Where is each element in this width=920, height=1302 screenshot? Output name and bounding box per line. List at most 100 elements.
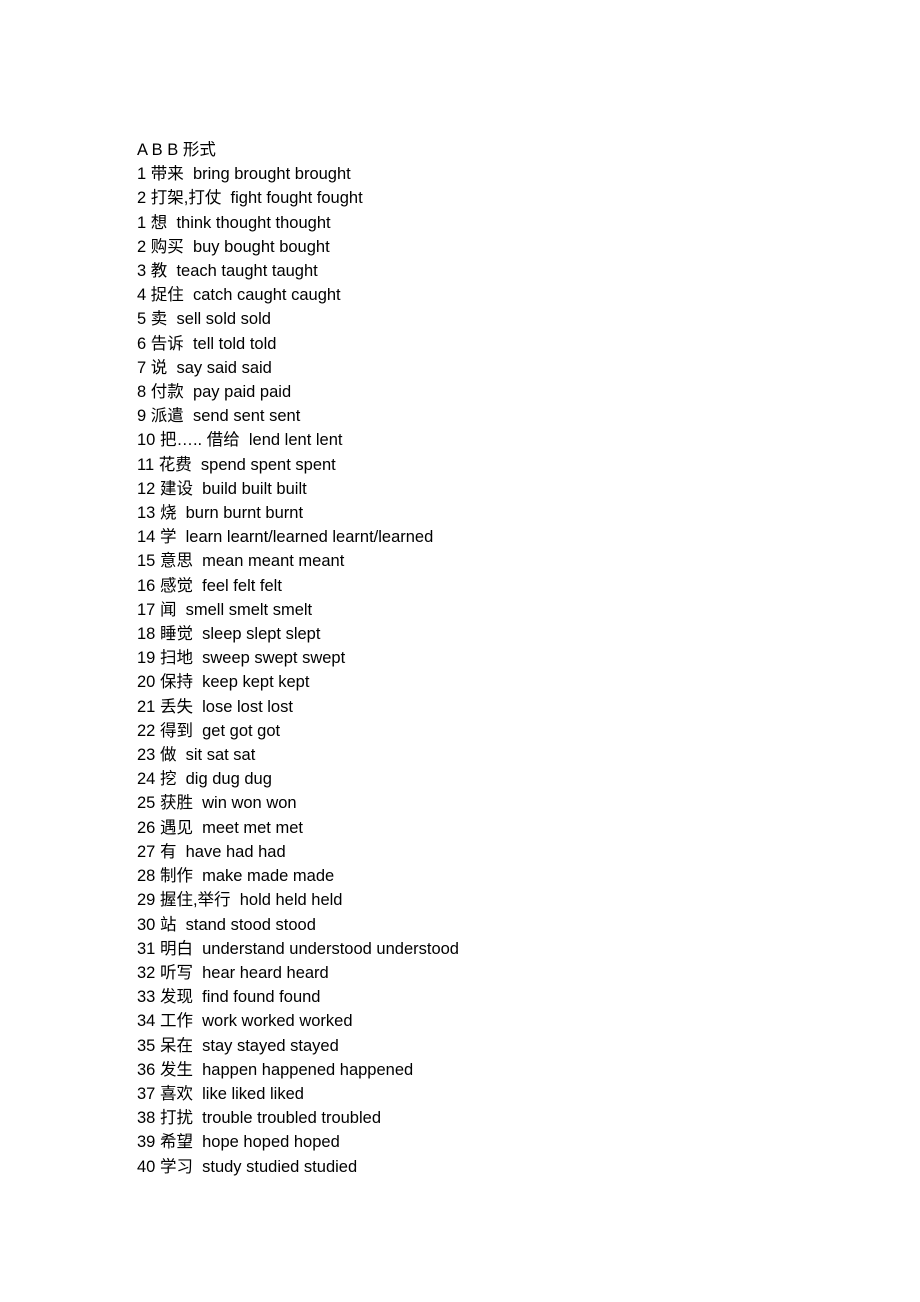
entry-verb-forms: keep kept kept [202,673,310,692]
entry-chinese-gloss: 闻 [159,600,177,619]
entry-chinese-gloss: 制作 [159,867,193,886]
entry-chinese-gloss: 付款 [150,383,184,402]
entry-number: 23 [137,746,156,765]
entry-chinese-gloss: 遇见 [159,818,193,837]
verb-entry-row: 33 发现 find found found [137,985,857,1009]
verb-entry-row: 30 站 stand stood stood [137,913,857,937]
entry-verb-forms: understand understood understood [202,939,459,958]
verb-entry-row: 27 有 have had had [137,840,857,864]
entry-chinese-gloss: 得到 [159,721,193,740]
entry-chinese-gloss: 站 [159,915,177,934]
entry-chinese-gloss: 明白 [159,939,193,958]
entry-verb-forms: hold held held [239,891,343,910]
entry-chinese-gloss: 打扰 [159,1109,193,1128]
entry-verb-forms: lose lost lost [202,697,293,716]
entry-number: 40 [137,1157,156,1176]
entry-verb-forms: like liked liked [202,1084,304,1103]
entry-chinese-gloss: 喜欢 [159,1084,193,1103]
entry-number: 12 [137,479,156,498]
entry-number: 1 [137,213,147,232]
entry-number: 4 [137,286,147,305]
entry-number: 39 [137,1133,156,1152]
entry-chinese-gloss: 建设 [159,479,193,498]
entry-chinese-gloss: 呆在 [159,1036,193,1055]
entry-verb-forms: sit sat sat [185,746,256,765]
verb-entry-row: 12 建设 build built built [137,477,857,501]
entry-chinese-gloss: 丢失 [159,697,193,716]
entry-chinese-gloss: 带来 [150,165,184,184]
entry-number: 32 [137,963,156,982]
entry-number: 7 [137,358,147,377]
entry-verb-forms: spend spent spent [200,455,336,474]
entry-chinese-gloss: 教 [150,262,168,281]
entry-verb-forms: pay paid paid [192,383,292,402]
entry-number: 15 [137,552,156,571]
entry-number: 13 [137,504,156,523]
entry-chinese-gloss: 说 [150,358,168,377]
entry-chinese-gloss: 派遣 [150,407,184,426]
entry-chinese-gloss: 保持 [159,673,193,692]
entry-verb-forms: tell told told [192,334,277,353]
verb-entry-row: 14 学 learn learnt/learned learnt/learned [137,525,857,549]
entry-number: 28 [137,867,156,886]
entry-verb-forms: smell smelt smelt [185,600,313,619]
entry-verb-forms: hope hoped hoped [202,1133,340,1152]
entry-number: 38 [137,1109,156,1128]
entry-verb-forms: catch caught caught [192,286,341,305]
entry-number: 35 [137,1036,156,1055]
entry-number: 19 [137,649,156,668]
entry-number: 29 [137,891,156,910]
entry-chinese-gloss: 购买 [150,237,184,256]
verb-entry-row: 9 派遣 send sent sent [137,404,857,428]
entry-chinese-gloss: 发生 [159,1060,193,1079]
document-page: A B B 形式 1 带来 bring brought brought 2 打架,… [0,0,920,1302]
entry-verb-forms: get got got [202,721,281,740]
entry-verb-forms: make made made [202,867,335,886]
verb-entry-row: 25 获胜 win won won [137,791,857,815]
verb-entry-row: 26 遇见 meet met met [137,816,857,840]
verb-entry-row: 1 想 think thought thought [137,211,857,235]
entry-number: 18 [137,625,156,644]
entry-number: 9 [137,407,147,426]
entry-verb-forms: lend lent lent [248,431,343,450]
entry-number: 20 [137,673,156,692]
entry-number: 3 [137,262,147,281]
entry-chinese-gloss: 打架,打仗 [150,189,222,208]
entry-verb-forms: have had had [185,842,286,861]
verb-entry-row: 39 希望 hope hoped hoped [137,1130,857,1154]
verb-entry-row: 11 花费 spend spent spent [137,453,857,477]
verb-entry-row: 15 意思 mean meant meant [137,549,857,573]
entry-chinese-gloss: 工作 [159,1012,193,1031]
entry-number: 17 [137,600,156,619]
entry-chinese-gloss: 卖 [150,310,168,329]
entry-verb-forms: sleep slept slept [202,625,321,644]
entry-verb-forms: bring brought brought [192,165,351,184]
entry-chinese-gloss: 挖 [159,770,177,789]
entry-chinese-gloss: 意思 [159,552,193,571]
entry-number: 10 [137,431,156,450]
entry-verb-forms: trouble troubled troubled [202,1109,381,1128]
entry-chinese-gloss: 花费 [158,455,192,474]
entry-chinese-gloss: 睡觉 [159,625,193,644]
entry-verb-forms: send sent sent [192,407,301,426]
entry-verb-forms: teach taught taught [176,262,318,281]
entry-verb-forms: build built built [202,479,307,498]
entry-number: 26 [137,818,156,837]
entry-verb-forms: burn burnt burnt [185,504,304,523]
verb-entry-row: 18 睡觉 sleep slept slept [137,622,857,646]
entry-chinese-gloss: 感觉 [159,576,193,595]
entry-verb-forms: study studied studied [202,1157,358,1176]
entry-verb-forms: hear heard heard [202,963,329,982]
entry-number: 6 [137,334,147,353]
entry-verb-forms: mean meant meant [202,552,345,571]
entry-number: 1 [137,165,147,184]
entry-chinese-gloss: 烧 [159,504,177,523]
entry-verb-forms: stand stood stood [185,915,316,934]
entry-number: 2 [137,189,147,208]
entry-chinese-gloss: 捉住 [150,286,184,305]
verb-entry-row: 40 学习 study studied studied [137,1155,857,1179]
verb-entry-row: 31 明白 understand understood understood [137,937,857,961]
entry-number: 25 [137,794,156,813]
verb-entry-row: 24 挖 dig dug dug [137,767,857,791]
entry-chinese-gloss: 听写 [159,963,193,982]
